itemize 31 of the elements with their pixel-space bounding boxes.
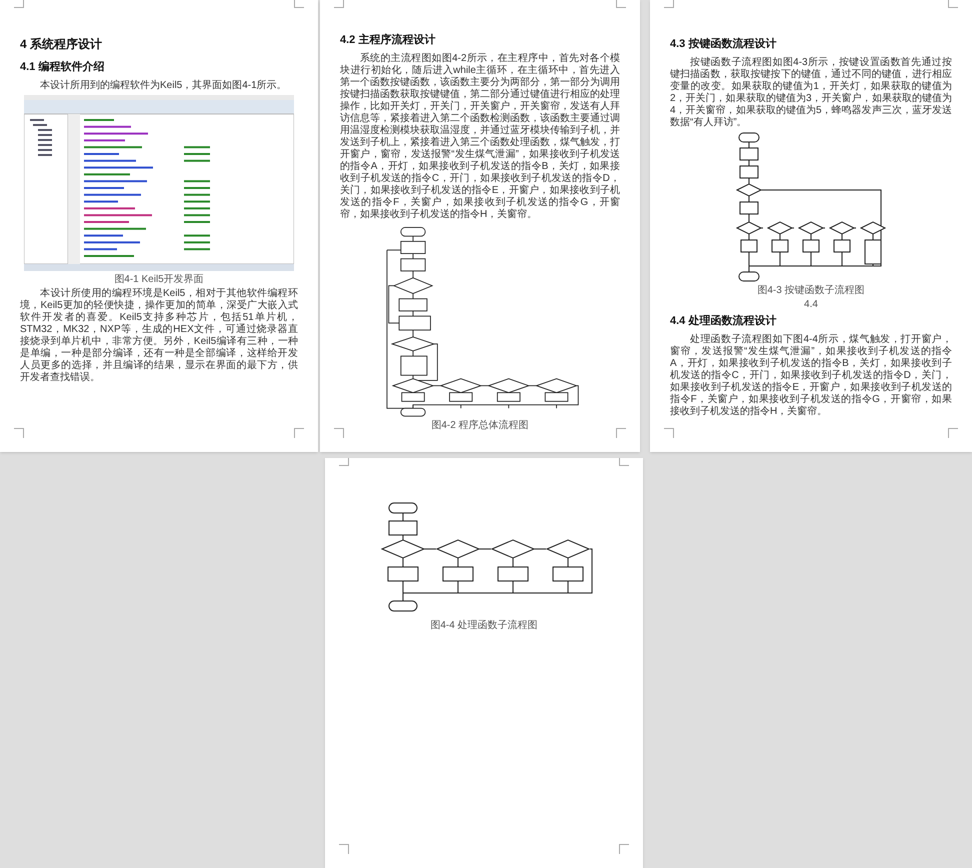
page-corner-mark [334,428,344,438]
page-corner-mark [334,0,344,8]
figure-caption: 图4-4 处理函数子流程图 [429,620,539,632]
body-paragraph: 本设计所使用的编程环境是Keil5，相对于其他软件编程环境，Keil5更加的轻便快捷，操作更加的简单，深受广大嵌入式软件开发者的喜爱。Keil5支持多种芯片，包括51单片机，STM32，MK32，NXP等，生成的HEX文件，可通过烧录器直接烧录到单片机中，非常方便。另外，Keil5编译有三种，一种是单编，一种是部分编译，还有一种是全部编译，这样给开发人员更多的选择，并且编译的结果，显示在界面的最下方，供开发者查找错误。 [20,288,298,384]
section-heading: 4.2 主程序流程设计 [340,33,436,48]
body-paragraph: 处理函数子流程图如下图4-4所示，煤气触发，打开窗户，窗帘，发送报警“发生煤气泄漏”，如果接收到子机发送的指令A，开灯，如果接收到子机发送的指令B，关灯，如果接收到子机发送的指令C，开门，如果接收到子机发送的指令D，关门，如果接收到子机发送的指令E，开窗户，如果接收到子机发送的指令F，关窗户，如果接收到子机发送的指令G，开窗帘，如果接收到子机发送的指令H，关窗帘。 [670,334,952,418]
figure-caption: 图4-2 程序总体流程图 [430,420,530,432]
chapter-heading: 4 系统程序设计 [20,36,104,52]
page-corner-mark [948,428,958,438]
page-corner-mark [619,458,629,466]
page-corner-mark [339,844,349,854]
page-corner-mark [14,0,24,8]
page-corner-mark [619,844,629,854]
figure-caption: 图4-3 按键函数子流程图 [756,285,866,297]
page-corner-mark [616,0,626,8]
page-corner-mark [294,428,304,438]
body-paragraph: 本设计所用到的编程软件为Keil5，其界面如图4-1所示。 [39,80,288,92]
figure-caption: 图4-1 Keil5开发界面 [113,274,205,286]
section-heading: 4.3 按键函数流程设计 [670,37,778,52]
section-heading: 4.4 处理函数流程设计 [670,314,778,329]
page-corner-mark [339,458,349,466]
page-corner-mark [664,0,674,8]
section-heading: 4.1 编程软件介绍 [20,60,106,75]
body-paragraph: 按键函数子流程图如图4-3所示，按键设置函数首先通过按键扫描函数，获取按键按下的键值，通过不同的键值，进行相应变量的改变。如果获取的键值为1，开关灯，如果获取的键值为2，开关门，如果获取的键值为3，开关窗户，如果获取的键值为4，开关窗帘，如果获取的键值为5，蜂鸣器发声三次，蓝牙发送数据“有人拜访”。 [670,57,952,129]
figure-caption: 4.4 [803,299,819,311]
body-paragraph: 系统的主流程图如图4-2所示，在主程序中，首先对各个模块进行初始化，随后进入while主循环，在主循环中，首先进入第一个函数按键函数，该函数主要分为两部分，第一部分为调用按键扫描函数获取按键键值，第二部分通过键值进行相应的处理操作，比如开关灯，开关门，开关窗户，开关窗帘，发送有人拜访信息等，紧接着进入第二个函数检测函数，该函数主要通过调用温湿度检测模块获取温湿度，并通过蓝牙模块传输到子机，并发送到子机上，紧接着进入第三个函数处理函数，煤气触发，打开窗户，窗帘，发送报警“发生煤气泄漏”，如果接收到子机发送的指令A，开灯，如果接收到子机发送的指令B，关灯，如果接收到子机发送的指令C，开门，如果接收到子机发送的指令D，关门，如果接收到子机发送的指令E，开窗户，如果接收到子机发送的指令F，关窗户，如果接收到子机发送的指令G，开窗帘，如果接收到子机发送的指令H，关窗帘。 [340,53,620,221]
page-corner-mark [948,0,958,8]
page-corner-mark [616,428,626,438]
page-corner-mark [294,0,304,8]
page-corner-mark [664,428,674,438]
page-corner-mark [14,428,24,438]
